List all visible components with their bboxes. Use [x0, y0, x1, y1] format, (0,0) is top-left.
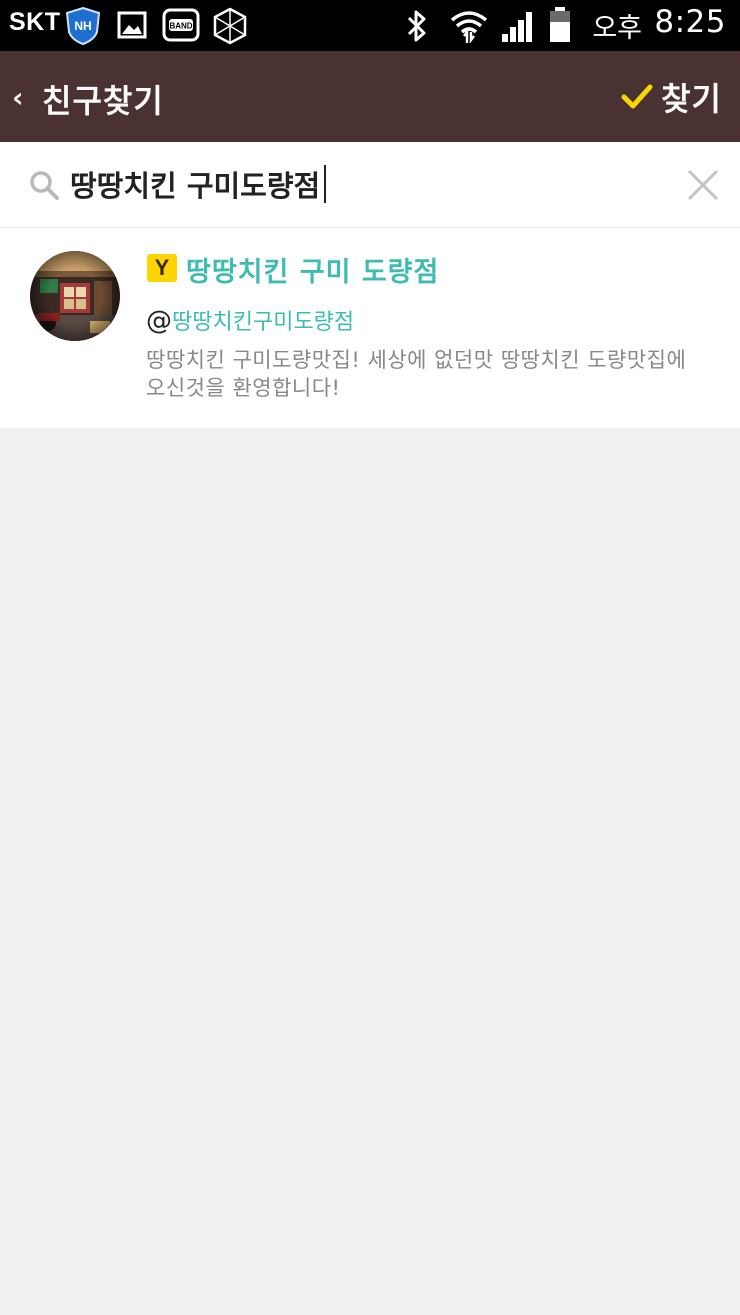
hexagon-app-icon	[213, 7, 247, 45]
result-id-prefix: @	[146, 306, 172, 336]
find-button[interactable]: 찾기	[621, 73, 722, 121]
bluetooth-icon	[407, 10, 426, 42]
page-title[interactable]: 친구찾기	[42, 76, 164, 122]
search-icon	[30, 171, 59, 200]
close-icon[interactable]	[686, 168, 720, 202]
signal-icon	[502, 12, 532, 42]
svg-text:BAND: BAND	[169, 22, 192, 31]
check-icon	[621, 84, 653, 109]
result-id: @땅땅치킨구미도량점	[146, 304, 354, 336]
result-description: 땅땅치킨 구미도량맛집! 세상에 없던맛 땅땅치킨 도량맛집에 오신것을 환영합…	[146, 348, 687, 400]
battery-icon	[550, 7, 570, 42]
yellow-id-badge: Y	[147, 254, 177, 282]
storefront-photo-icon	[30, 251, 120, 341]
text-caret	[324, 165, 327, 203]
clock: 8:25	[654, 4, 726, 40]
gallery-icon	[117, 11, 147, 39]
status-bar: SKT NH BAND 오후 8:25	[0, 0, 740, 51]
app-bar: ‹ 친구찾기 찾기	[0, 51, 740, 142]
search-bar: 땅땅치킨 구미도량점	[0, 142, 740, 228]
ampm-label: 오후	[592, 13, 642, 44]
friend-search-screen: SKT NH BAND 오후 8:25 ‹ 친구찾기 찾기 땅땅치킨 구미도량점…	[0, 0, 740, 1315]
svg-text:NH: NH	[74, 19, 91, 33]
band-icon: BAND	[162, 8, 200, 42]
result-name: 땅땅치킨 구미 도량점	[186, 257, 440, 288]
wifi-icon	[450, 11, 488, 44]
search-input-value: 땅땅치킨 구미도량점	[70, 169, 321, 203]
avatar[interactable]	[30, 251, 120, 341]
list-item[interactable]: Y 땅땅치킨 구미 도량점 @땅땅치킨구미도량점 땅땅치킨 구미도량맛집! 세상…	[0, 228, 740, 428]
carrier-label: SKT	[9, 8, 61, 36]
empty-content-area	[0, 428, 740, 1315]
search-input[interactable]: 땅땅치킨 구미도량점	[70, 162, 670, 206]
result-id-value: 땅땅치킨구미도량점	[172, 310, 355, 335]
find-button-label: 찾기	[661, 80, 722, 118]
back-chevron-icon[interactable]: ‹	[12, 81, 24, 114]
nh-shield-icon: NH	[65, 6, 101, 46]
